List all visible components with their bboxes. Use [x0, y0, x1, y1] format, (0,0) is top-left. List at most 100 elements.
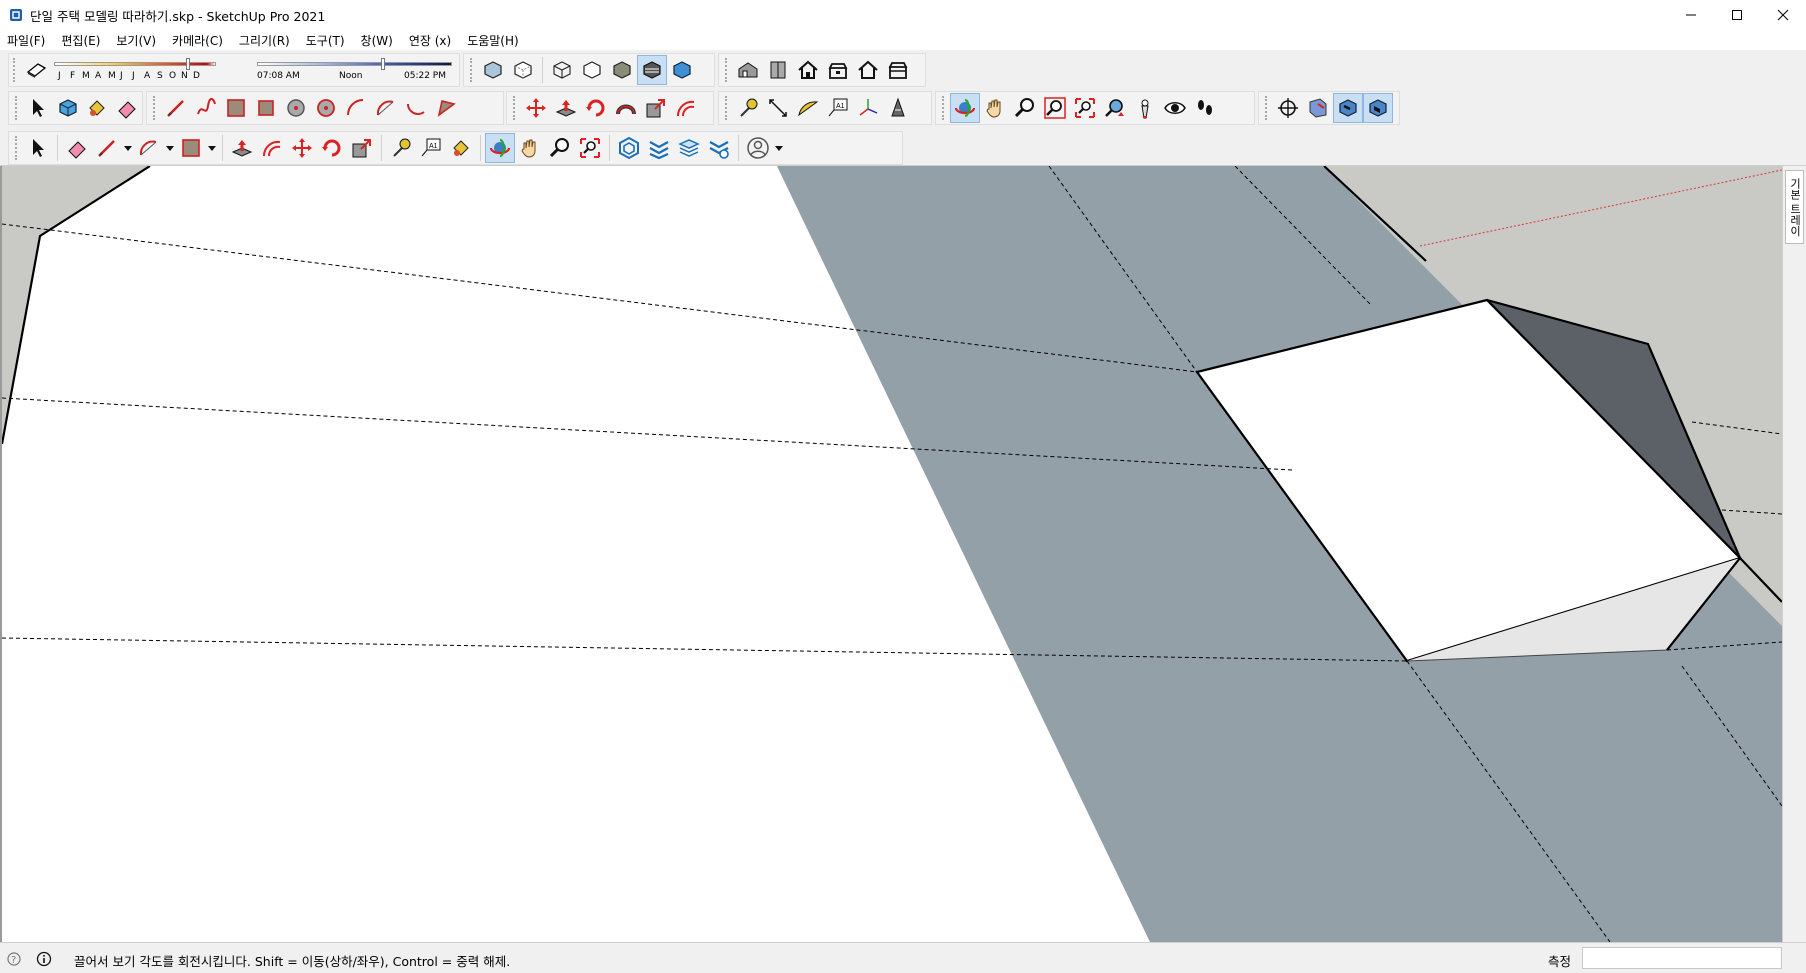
protractor-button[interactable] — [793, 93, 823, 123]
zoom-button[interactable] — [545, 133, 575, 163]
month-slider[interactable] — [54, 58, 216, 71]
two-point-arc-button[interactable] — [371, 93, 401, 123]
layout-button[interactable] — [674, 133, 704, 163]
zoom-window-button[interactable] — [1040, 93, 1070, 123]
scale-button[interactable] — [641, 93, 671, 123]
circle-button[interactable] — [281, 93, 311, 123]
pie-button[interactable] — [431, 93, 461, 123]
extension-warehouse-button[interactable] — [644, 133, 674, 163]
menu-extensions[interactable]: 연장 (x) — [409, 32, 451, 49]
display-section-planes-button[interactable] — [1303, 93, 1333, 123]
geo-location-icon[interactable]: ? — [6, 951, 22, 967]
time-slider-thumb[interactable] — [381, 58, 385, 70]
toolbar-grip[interactable] — [153, 96, 156, 120]
line-dropdown[interactable] — [122, 133, 134, 163]
menu-camera[interactable]: 카메라(C) — [172, 32, 223, 49]
rotated-rectangle-button[interactable] — [251, 93, 281, 123]
make-component-button[interactable] — [53, 93, 83, 123]
month-slider-thumb[interactable] — [186, 58, 190, 70]
move-button[interactable] — [521, 93, 551, 123]
wireframe-button[interactable] — [547, 55, 577, 85]
front-view-button[interactable] — [793, 55, 823, 85]
back-edges-button[interactable] — [508, 55, 538, 85]
model-scene[interactable] — [2, 166, 1782, 942]
orbit-button[interactable] — [485, 133, 515, 163]
shaded-textures-button[interactable] — [637, 55, 667, 85]
select-button[interactable] — [23, 93, 53, 123]
model-viewport[interactable] — [0, 166, 1782, 942]
xray-button[interactable] — [478, 55, 508, 85]
extension-manager-button[interactable] — [704, 133, 734, 163]
arc-button[interactable] — [134, 133, 164, 163]
default-tray-tab[interactable]: 기본 트레이 — [1785, 170, 1804, 244]
right-view-button[interactable] — [823, 55, 853, 85]
back-view-button[interactable] — [853, 55, 883, 85]
time-slider[interactable] — [257, 58, 452, 71]
minimize-button[interactable] — [1668, 0, 1714, 30]
paint-bucket-button[interactable] — [82, 93, 112, 123]
text-button[interactable]: A1 — [823, 93, 853, 123]
tape-measure-button[interactable] — [386, 133, 416, 163]
toolbar-grip[interactable] — [13, 58, 16, 82]
account-dropdown[interactable] — [773, 133, 785, 163]
shaded-button[interactable] — [607, 55, 637, 85]
toolbar-grip[interactable] — [942, 96, 945, 120]
paint-bucket-button[interactable] — [446, 133, 476, 163]
text-button[interactable]: A1 — [416, 133, 446, 163]
info-icon[interactable] — [36, 951, 52, 967]
walk-button[interactable] — [1190, 93, 1220, 123]
rectangle-button[interactable] — [176, 133, 206, 163]
menu-file[interactable]: 파일(F) — [7, 32, 45, 49]
toolbar-grip[interactable] — [725, 96, 728, 120]
previous-view-button[interactable] — [1100, 93, 1130, 123]
iso-view-button[interactable] — [733, 55, 763, 85]
line-button[interactable] — [161, 93, 191, 123]
section-plane-button[interactable] — [1273, 93, 1303, 123]
left-view-button[interactable] — [883, 55, 913, 85]
offset-button[interactable] — [671, 93, 701, 123]
toolbar-grip[interactable] — [1265, 96, 1268, 120]
zoom-extents-button[interactable] — [575, 133, 605, 163]
toolbar-grip[interactable] — [470, 58, 473, 82]
pan-button[interactable] — [980, 93, 1010, 123]
eraser-button[interactable] — [62, 133, 92, 163]
move-button[interactable] — [287, 133, 317, 163]
axes-button[interactable] — [853, 93, 883, 123]
push-pull-button[interactable] — [227, 133, 257, 163]
menu-draw[interactable]: 그리기(R) — [239, 32, 290, 49]
zoom-extents-button[interactable] — [1070, 93, 1100, 123]
menu-help[interactable]: 도움말(H) — [467, 32, 519, 49]
eraser-button[interactable] — [112, 93, 142, 123]
look-around-button[interactable] — [1160, 93, 1190, 123]
shadow-toggle-button[interactable] — [21, 55, 51, 85]
3d-text-button[interactable] — [883, 93, 913, 123]
menu-edit[interactable]: 편집(E) — [61, 32, 100, 49]
pan-button[interactable] — [515, 133, 545, 163]
3d-warehouse-button[interactable] — [614, 133, 644, 163]
polygon-button[interactable] — [311, 93, 341, 123]
select-button[interactable] — [23, 133, 53, 163]
top-view-button[interactable] — [763, 55, 793, 85]
account-button[interactable] — [743, 133, 773, 163]
freehand-button[interactable] — [191, 93, 221, 123]
toolbar-grip[interactable] — [513, 96, 516, 120]
arc-button[interactable] — [341, 93, 371, 123]
toolbar-grip[interactable] — [15, 136, 18, 160]
line-button[interactable] — [92, 133, 122, 163]
display-section-fill-button[interactable] — [1363, 93, 1393, 123]
orbit-button[interactable] — [950, 93, 980, 123]
close-button[interactable] — [1760, 0, 1806, 30]
position-camera-button[interactable] — [1130, 93, 1160, 123]
menu-tools[interactable]: 도구(T) — [306, 32, 345, 49]
measurements-input[interactable] — [1582, 947, 1782, 969]
toolbar-grip[interactable] — [725, 58, 728, 82]
scale-button[interactable] — [347, 133, 377, 163]
hidden-line-button[interactable] — [577, 55, 607, 85]
maximize-button[interactable] — [1714, 0, 1760, 30]
rotate-button[interactable] — [317, 133, 347, 163]
arc-dropdown[interactable] — [164, 133, 176, 163]
rectangle-dropdown[interactable] — [206, 133, 218, 163]
follow-me-button[interactable] — [611, 93, 641, 123]
push-pull-button[interactable] — [551, 93, 581, 123]
tape-measure-button[interactable] — [733, 93, 763, 123]
